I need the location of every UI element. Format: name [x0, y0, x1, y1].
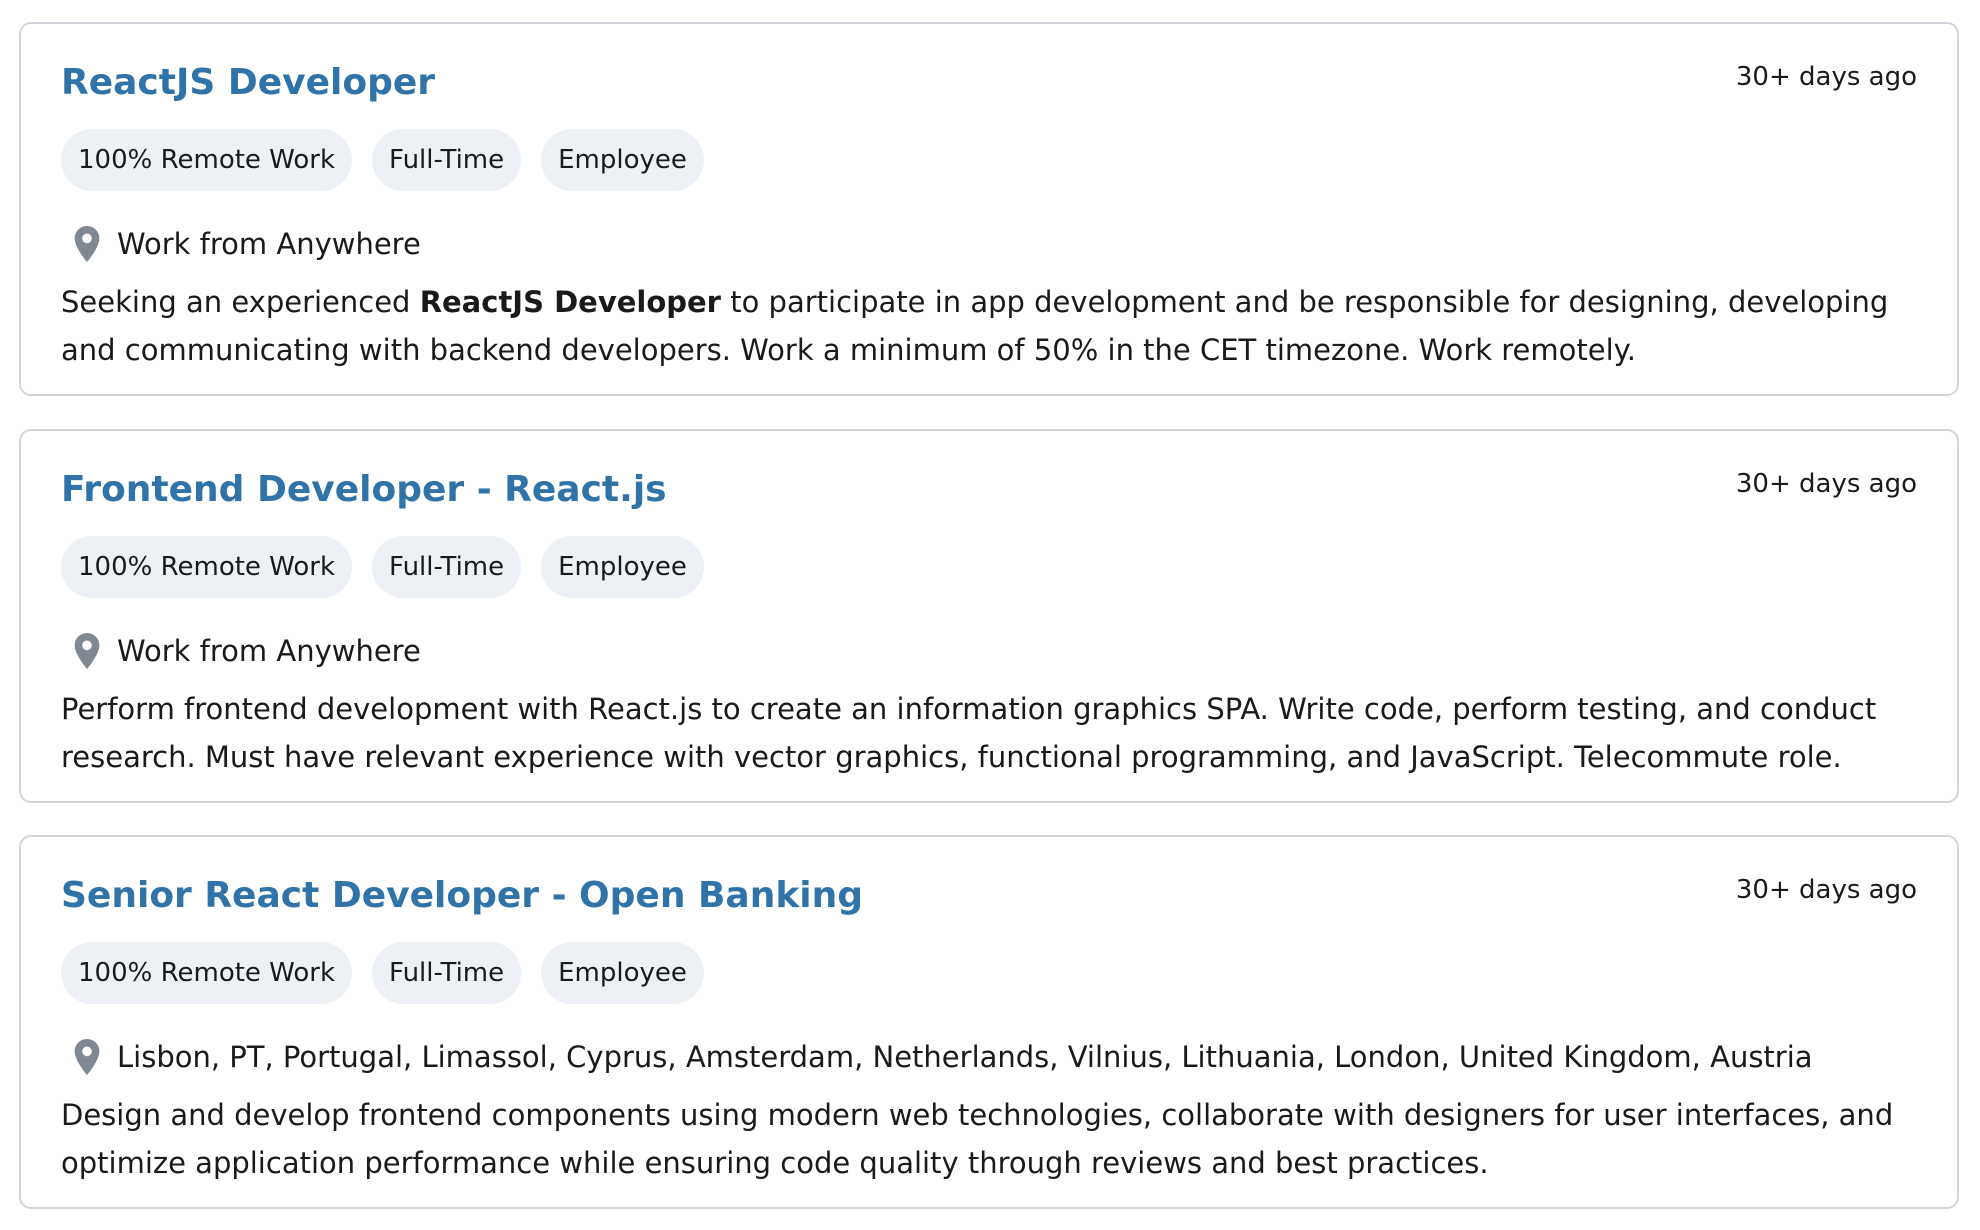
- job-list: ReactJS Developer 30+ days ago 100% Remo…: [0, 0, 1980, 1230]
- location-pin-icon: [74, 633, 100, 669]
- job-description-highlight: ReactJS Developer: [419, 285, 721, 319]
- tag-schedule: Full-Time: [372, 129, 522, 191]
- tag-career-type: Employee: [541, 129, 704, 191]
- job-location-text: Work from Anywhere: [117, 634, 421, 668]
- job-title-link[interactable]: ReactJS Developer: [61, 62, 435, 103]
- job-title-link[interactable]: Frontend Developer - React.js: [61, 469, 667, 510]
- job-title-link[interactable]: Senior React Developer - Open Banking: [61, 875, 863, 916]
- location-pin-icon: [74, 1039, 100, 1075]
- job-location: Work from Anywhere: [73, 224, 421, 264]
- tag-remote-work: 100% Remote Work: [61, 536, 353, 598]
- location-pin-icon: [74, 226, 100, 262]
- job-description: Seeking an experienced ReactJS Developer…: [61, 278, 1916, 374]
- job-description: Design and develop frontend components u…: [61, 1098, 1894, 1180]
- tag-remote-work: 100% Remote Work: [61, 942, 353, 1004]
- tag-schedule: Full-Time: [372, 536, 522, 598]
- job-tags: 100% Remote Work Full-Time Employee: [61, 129, 704, 191]
- posted-date: 30+ days ago: [1735, 875, 1917, 905]
- posted-date: 30+ days ago: [1735, 62, 1917, 92]
- job-description: Perform frontend development with React.…: [61, 692, 1877, 774]
- tag-remote-work: 100% Remote Work: [61, 129, 353, 191]
- job-card[interactable]: Senior React Developer - Open Banking 30…: [19, 835, 1959, 1209]
- job-description-text: Seeking an experienced: [61, 285, 420, 319]
- job-location: Lisbon, PT, Portugal, Limassol, Cyprus, …: [73, 1037, 1813, 1077]
- job-tags: 100% Remote Work Full-Time Employee: [61, 536, 704, 598]
- job-card[interactable]: ReactJS Developer 30+ days ago 100% Remo…: [19, 22, 1959, 396]
- job-location-text: Work from Anywhere: [117, 227, 421, 261]
- tag-career-type: Employee: [541, 536, 704, 598]
- job-card[interactable]: Frontend Developer - React.js 30+ days a…: [19, 429, 1959, 803]
- job-location-text: Lisbon, PT, Portugal, Limassol, Cyprus, …: [117, 1040, 1813, 1074]
- tag-career-type: Employee: [541, 942, 704, 1004]
- tag-schedule: Full-Time: [372, 942, 522, 1004]
- posted-date: 30+ days ago: [1735, 469, 1917, 499]
- job-tags: 100% Remote Work Full-Time Employee: [61, 942, 704, 1004]
- job-location: Work from Anywhere: [73, 631, 421, 671]
